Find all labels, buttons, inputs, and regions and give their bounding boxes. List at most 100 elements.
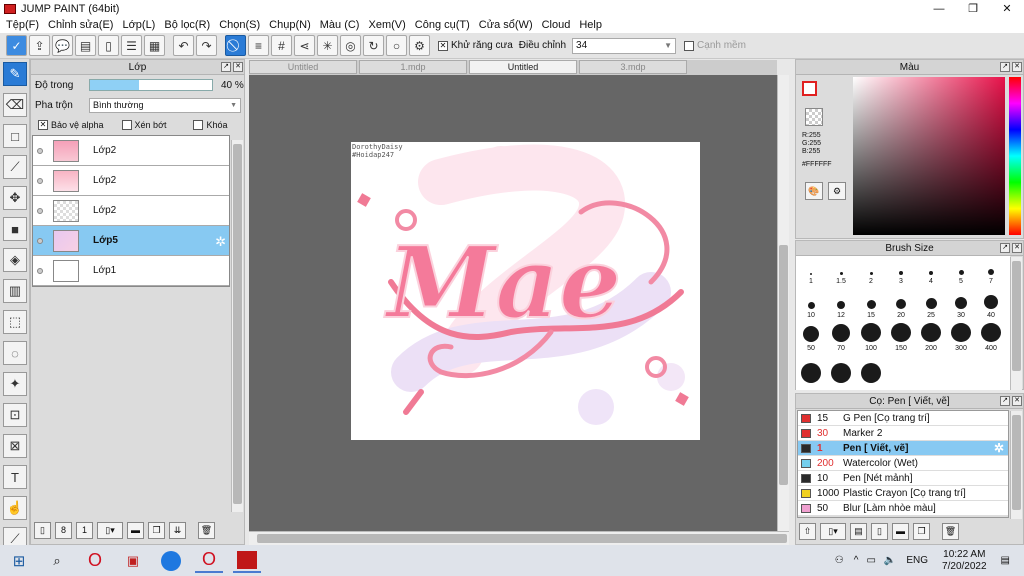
magic-wand-icon[interactable]: ✦ bbox=[3, 372, 27, 396]
cloud-check-icon[interactable]: ✓ bbox=[6, 35, 27, 56]
fill-rect-tool-icon[interactable]: ■ bbox=[3, 217, 27, 241]
brush-size-option[interactable]: 50 bbox=[796, 323, 826, 352]
speech-bubble-icon[interactable]: 💬 bbox=[52, 35, 73, 56]
tab-untitled-1[interactable]: Untitled bbox=[249, 60, 357, 74]
menu-capture[interactable]: Chụp(N) bbox=[269, 19, 311, 31]
brush-size-option[interactable]: 300 bbox=[946, 323, 976, 352]
gear-icon[interactable]: ✲ bbox=[994, 441, 1004, 455]
brush-duplicate-icon[interactable]: ❐ bbox=[913, 522, 930, 540]
add-layer-menu-icon[interactable]: ▯▾ bbox=[97, 521, 123, 539]
brush-item[interactable]: 200 Watercolor (Wet) bbox=[798, 456, 1008, 471]
brush-item[interactable]: 15 G Pen [Cọ trang trí] bbox=[798, 411, 1008, 426]
protect-alpha-checkbox[interactable]: ✕ bbox=[38, 120, 48, 130]
brush-size-option[interactable]: 10 bbox=[796, 290, 826, 319]
grid-snap-icon[interactable]: # bbox=[271, 35, 292, 56]
canvas-area[interactable]: DorothyDaisy #Hoidap247 Mae bbox=[249, 75, 777, 531]
layer-item[interactable]: Lớp2 bbox=[33, 196, 229, 226]
new-8bit-layer-icon[interactable]: 8 bbox=[55, 521, 72, 539]
minimize-icon[interactable]: — bbox=[922, 0, 956, 17]
brush-size-option[interactable]: 3 bbox=[886, 256, 916, 285]
brush-size-option[interactable]: 5 bbox=[946, 256, 976, 285]
tray-chevron-icon[interactable]: ^ bbox=[854, 555, 859, 566]
popout-icon[interactable]: ↗ bbox=[1000, 396, 1010, 406]
text-tool-icon[interactable]: T bbox=[3, 465, 27, 489]
panel-close-icon[interactable]: ✕ bbox=[1012, 396, 1022, 406]
menu-filter[interactable]: Bộ lọc(R) bbox=[164, 19, 210, 31]
opera-icon[interactable]: O bbox=[81, 549, 109, 573]
brush-size-option[interactable]: 100 bbox=[856, 323, 886, 352]
select-pen-icon[interactable]: ⊡ bbox=[3, 403, 27, 427]
snap-off-icon[interactable]: ⃠ bbox=[225, 35, 246, 56]
brush-size-option[interactable]: 150 bbox=[886, 323, 916, 352]
panel-close-icon[interactable]: ✕ bbox=[1012, 243, 1022, 253]
people-icon[interactable]: ⚇ bbox=[835, 555, 844, 566]
volume-icon[interactable]: 🔈 bbox=[884, 555, 896, 566]
circle-icon[interactable]: ○ bbox=[386, 35, 407, 56]
curve-icon[interactable]: ↻ bbox=[363, 35, 384, 56]
visibility-icon[interactable] bbox=[37, 147, 43, 154]
popout-icon[interactable]: ↗ bbox=[1000, 243, 1010, 253]
visibility-icon[interactable] bbox=[37, 237, 43, 244]
brush-size-option[interactable]: 4 bbox=[916, 256, 946, 285]
menu-help[interactable]: Help bbox=[579, 19, 602, 31]
primary-color-swatch[interactable] bbox=[802, 81, 817, 96]
network-icon[interactable]: ▭ bbox=[866, 555, 875, 566]
redo-icon[interactable]: ↷ bbox=[196, 35, 217, 56]
select-eraser-icon[interactable]: ⊠ bbox=[3, 434, 27, 458]
popout-icon[interactable]: ↗ bbox=[1000, 62, 1010, 72]
parallel-lines-icon[interactable]: ≡ bbox=[248, 35, 269, 56]
trash-icon[interactable]: 🗑 bbox=[942, 522, 959, 540]
hue-slider[interactable] bbox=[1009, 77, 1021, 235]
palette-settings-icon[interactable]: ⚙ bbox=[828, 182, 846, 200]
palette-icon[interactable]: 🎨 bbox=[805, 182, 823, 200]
tab-1-mdp[interactable]: 1.mdp bbox=[359, 60, 467, 74]
undo-icon[interactable]: ↶ bbox=[173, 35, 194, 56]
brush-size-option[interactable]: 2 bbox=[856, 256, 886, 285]
add-brush-menu-icon[interactable]: ▯▾ bbox=[820, 522, 846, 540]
brush-list-scrollbar[interactable] bbox=[1010, 411, 1022, 519]
folder-icon[interactable]: ▬ bbox=[127, 521, 144, 539]
panel-close-icon[interactable]: ✕ bbox=[233, 62, 243, 72]
visibility-icon[interactable] bbox=[37, 267, 43, 274]
brush-size-option[interactable]: 30 bbox=[946, 290, 976, 319]
brush-item[interactable]: 1000 Plastic Crayon [Cọ trang trí] bbox=[798, 486, 1008, 501]
panel-close-icon[interactable]: ✕ bbox=[1012, 62, 1022, 72]
tab-3-mdp[interactable]: 3.mdp bbox=[579, 60, 687, 74]
close-icon[interactable]: ✕ bbox=[990, 0, 1024, 17]
canvas-hscroll[interactable] bbox=[249, 531, 789, 545]
grid-check-icon[interactable]: ▦ bbox=[144, 35, 165, 56]
radial-icon[interactable]: ✳ bbox=[317, 35, 338, 56]
brush-size-scrollbar[interactable] bbox=[1010, 257, 1022, 390]
brush-size-option[interactable]: 70 bbox=[826, 323, 856, 352]
trash-icon[interactable]: 🗑 bbox=[198, 521, 215, 539]
visibility-icon[interactable] bbox=[37, 177, 43, 184]
color-field[interactable] bbox=[853, 77, 1005, 235]
scroll-thumb[interactable] bbox=[257, 534, 787, 543]
lasso-tool-icon[interactable]: ◌ bbox=[3, 341, 27, 365]
menu-tools[interactable]: Công cụ(T) bbox=[415, 19, 470, 31]
menu-select[interactable]: Chọn(S) bbox=[219, 19, 260, 31]
canvas-vscroll[interactable] bbox=[777, 75, 789, 531]
clock[interactable]: 10:22 AM 7/20/2022 bbox=[942, 549, 987, 573]
text-box-icon[interactable]: ▤ bbox=[75, 35, 96, 56]
clipping-checkbox[interactable] bbox=[121, 120, 132, 130]
settings-icon[interactable]: ⚙ bbox=[409, 35, 430, 56]
page-icon[interactable]: ▯ bbox=[98, 35, 119, 56]
merge-layer-icon[interactable]: ⇊ bbox=[169, 521, 186, 539]
layer-scrollbar[interactable] bbox=[231, 140, 243, 512]
brush-size-option[interactable]: 1 bbox=[796, 256, 826, 285]
line-tool-icon[interactable]: ⟋ bbox=[3, 155, 27, 179]
brush-size-option[interactable]: 40 bbox=[976, 290, 1006, 319]
smooth-checkbox[interactable] bbox=[684, 40, 695, 51]
select-rect-icon[interactable]: ⬚ bbox=[3, 310, 27, 334]
tab-untitled-2[interactable]: Untitled bbox=[469, 60, 577, 74]
brush-folder-icon[interactable]: ▬ bbox=[892, 522, 909, 540]
new-layer-icon[interactable]: ▯ bbox=[34, 521, 51, 539]
brush-item[interactable]: 30 Marker 2 bbox=[798, 426, 1008, 441]
transparent-swatch[interactable] bbox=[805, 108, 823, 126]
brush-item[interactable]: 50 Blur [Làm nhòe màu] bbox=[798, 501, 1008, 516]
antialias-toggle[interactable]: ✕ Khử răng cưa bbox=[438, 40, 513, 51]
gear-icon[interactable]: ✲ bbox=[215, 234, 226, 250]
move-tool-icon[interactable]: ✥ bbox=[3, 186, 27, 210]
antialias-checkbox[interactable]: ✕ bbox=[438, 40, 448, 51]
